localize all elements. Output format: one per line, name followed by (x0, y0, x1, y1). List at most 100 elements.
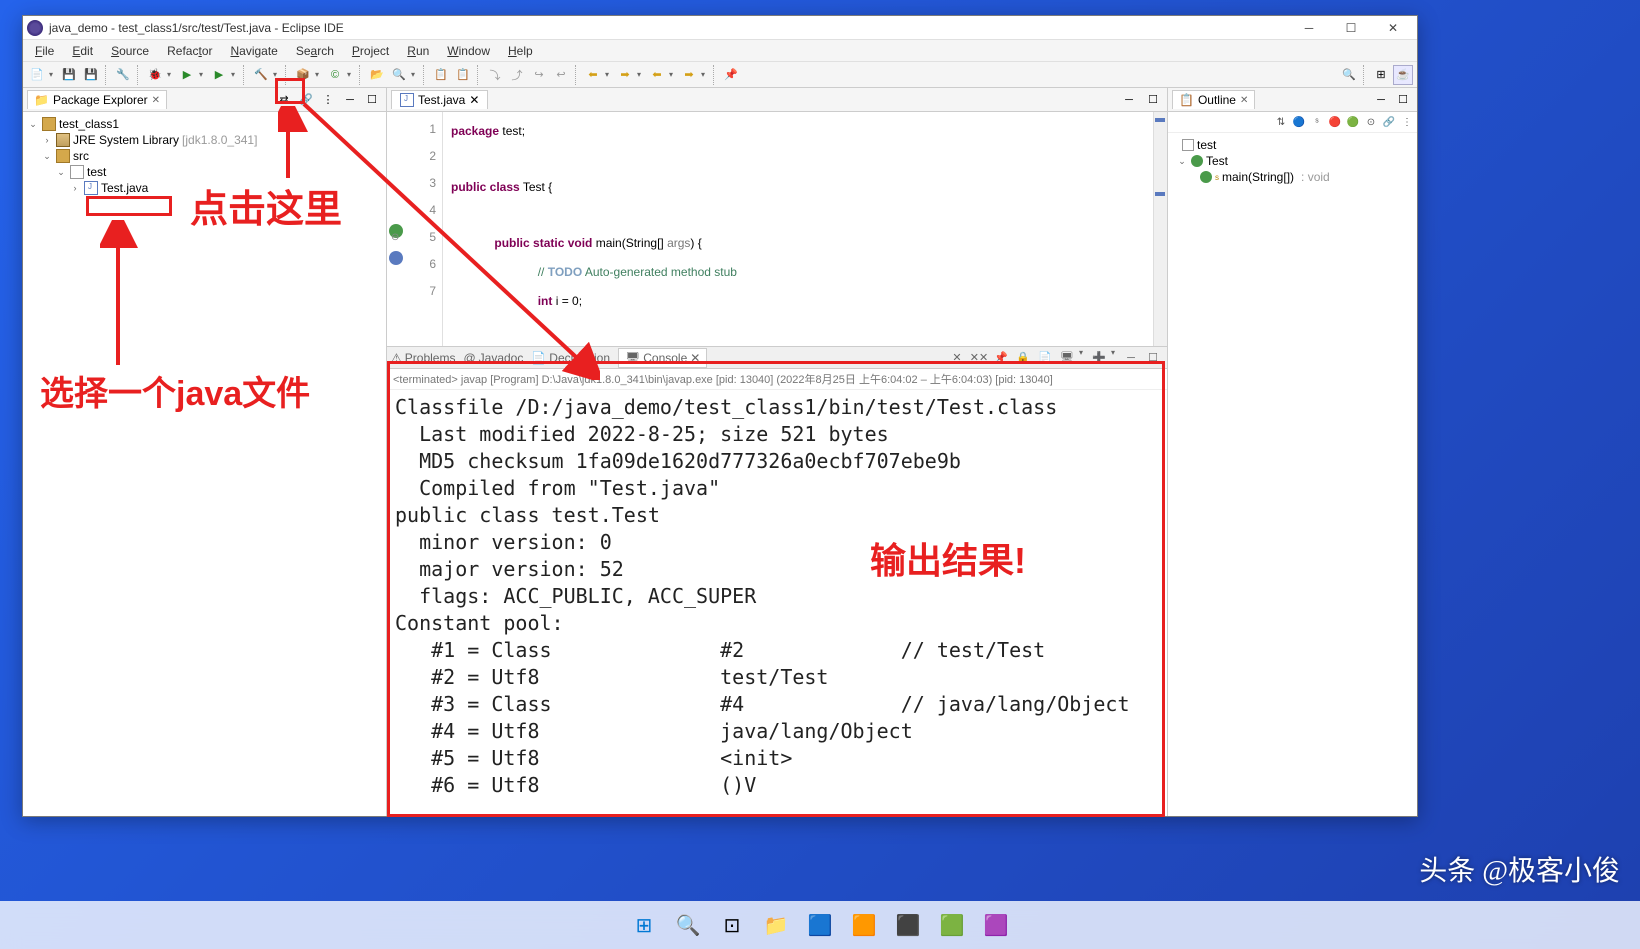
app-icon[interactable]: 🟩 (933, 906, 971, 944)
taskview-icon[interactable]: ⊡ (713, 906, 751, 944)
workspace: 📁 Package Explorer ✕ ⇄ 🔗 ⋮ ─ ☐ ⌄test_cla… (23, 88, 1417, 816)
saveall-icon[interactable]: 💾 (81, 65, 101, 85)
explorer-icon[interactable]: 📁 (757, 906, 795, 944)
console-pin-icon[interactable]: 📌 (991, 348, 1011, 368)
filter-fields-icon[interactable]: 🔵 (1291, 114, 1307, 130)
open-type-icon[interactable]: 📂 (367, 65, 387, 85)
tool-icon[interactable]: 🔧 (113, 65, 133, 85)
focus-icon[interactable]: ⊙ (1363, 114, 1379, 130)
java-file-icon (84, 181, 98, 195)
menu-run[interactable]: Run (399, 42, 437, 60)
overview-marker (1155, 118, 1165, 122)
minimize-console-icon[interactable]: ─ (1121, 348, 1141, 368)
outline-class[interactable]: ⌄Test (1172, 153, 1413, 169)
outline-toolbar: ⇅ 🔵 ˢ 🔴 🟢 ⊙ 🔗 ⋮ (1168, 112, 1417, 133)
close-button[interactable]: ✕ (1373, 17, 1413, 39)
menu-icon[interactable]: ⋮ (1399, 114, 1415, 130)
outline-header: 📋 Outline ✕ ─ ☐ (1168, 88, 1417, 112)
outline-icon: 📋 (1179, 93, 1194, 107)
outline-package[interactable]: test (1172, 137, 1413, 153)
menu-help[interactable]: Help (500, 42, 541, 60)
toggle-icon[interactable]: 📋 (431, 65, 451, 85)
pin-icon[interactable]: 📌 (721, 65, 741, 85)
menu-window[interactable]: Window (439, 42, 498, 60)
tab-console[interactable]: 🖥 Console ✕ (618, 348, 707, 368)
forward-icon[interactable]: ➡ (615, 65, 635, 85)
close-icon[interactable]: ✕ (152, 95, 160, 106)
package-explorer-title: Package Explorer (53, 93, 148, 107)
menu-project[interactable]: Project (344, 42, 397, 60)
maximize-console-icon[interactable]: ☐ (1143, 348, 1163, 368)
search-icon[interactable]: 🔍 (389, 65, 409, 85)
minimize-button[interactable]: ─ (1289, 17, 1329, 39)
taskbar[interactable]: ⊞ 🔍 ⊡ 📁 🟦 🟧 ⬛ 🟩 🟪 (0, 901, 1640, 949)
new-class-icon[interactable]: © (325, 65, 345, 85)
app-icon[interactable]: 🟦 (801, 906, 839, 944)
package-explorer-icon: 📁 (34, 93, 49, 107)
console-lock-icon[interactable]: 🔒 (1013, 348, 1033, 368)
app-icon[interactable]: 🟪 (977, 906, 1015, 944)
filter-static-icon[interactable]: ˢ (1309, 114, 1325, 130)
console-remove-icon[interactable]: ✕✕ (969, 348, 989, 368)
console-output[interactable]: Classfile /D:/java_demo/test_class1/bin/… (387, 390, 1167, 816)
debug-icon[interactable]: 🐞 (145, 65, 165, 85)
java-perspective-icon[interactable]: ☕ (1393, 65, 1413, 85)
filter-nonpublic-icon[interactable]: 🔴 (1327, 114, 1343, 130)
maximize-outline-icon[interactable]: ☐ (1393, 90, 1413, 110)
link-icon[interactable]: 🔗 (1381, 114, 1397, 130)
console-open-icon[interactable]: 📄 (1035, 348, 1055, 368)
toolbar: 📄▾ 💾 💾 🔧 🐞▾ ▶▾ ▶▾ 🔨▾ 📦▾ ©▾ 📂 🔍▾ 📋 📋 ⤵ ⤴ … (23, 62, 1417, 88)
bottom-pane: ⚠ Problems @ Javadoc 📄 Declaration 🖥 Con… (387, 346, 1167, 816)
project-icon (42, 117, 56, 131)
minimize-editor-icon[interactable]: ─ (1119, 90, 1139, 110)
titlebar[interactable]: java_demo - test_class1/src/test/Test.ja… (23, 16, 1417, 40)
new-package-icon[interactable]: 📦 (293, 65, 313, 85)
skip-icon[interactable]: ⤵ (485, 65, 505, 85)
window-title: java_demo - test_class1/src/test/Test.ja… (49, 21, 1289, 35)
maximize-button[interactable]: ☐ (1331, 17, 1371, 39)
maximize-editor-icon[interactable]: ☐ (1143, 90, 1163, 110)
step2-icon[interactable]: ↪ (529, 65, 549, 85)
menu-file[interactable]: File (27, 42, 62, 60)
menu-search[interactable]: Search (288, 42, 342, 60)
arrow-icon (100, 220, 140, 370)
library-icon (56, 133, 70, 147)
quick-access-icon[interactable]: 🔍 (1339, 65, 1359, 85)
menu-source[interactable]: Source (103, 42, 157, 60)
menubar: File Edit Source Refactor Navigate Searc… (23, 40, 1417, 62)
console-display-icon[interactable]: 🖥 (1057, 348, 1077, 368)
start-icon[interactable]: ⊞ (625, 906, 663, 944)
back-icon[interactable]: ⬅ (583, 65, 603, 85)
down-icon[interactable]: ➡ (679, 65, 699, 85)
app-icon[interactable]: 🟧 (845, 906, 883, 944)
coverage-icon[interactable]: ▶ (209, 65, 229, 85)
sort-icon[interactable]: ⇅ (1273, 114, 1289, 130)
app-icon[interactable]: ⬛ (889, 906, 927, 944)
external-tool-icon[interactable]: 🔨 (251, 65, 271, 85)
save-icon[interactable]: 💾 (59, 65, 79, 85)
package-explorer-tab[interactable]: 📁 Package Explorer ✕ (27, 90, 167, 109)
close-icon[interactable]: ✕ (1240, 95, 1248, 106)
console-new-icon[interactable]: ➕ (1089, 348, 1109, 368)
outline-tree[interactable]: test ⌄Test s main(String[]): void (1168, 133, 1417, 189)
perspective-icon[interactable]: ⊞ (1371, 65, 1391, 85)
search-icon[interactable]: 🔍 (669, 906, 707, 944)
filter-local-icon[interactable]: 🟢 (1345, 114, 1361, 130)
new-icon[interactable]: 📄 (27, 65, 47, 85)
console-clear-icon[interactable]: ✕ (947, 348, 967, 368)
eclipse-icon (27, 20, 43, 36)
run-icon[interactable]: ▶ (177, 65, 197, 85)
outline-method[interactable]: s main(String[]): void (1172, 169, 1413, 185)
editor-scrollbar[interactable] (1153, 112, 1167, 346)
step-icon[interactable]: ⤴ (507, 65, 527, 85)
step3-icon[interactable]: ↩ (551, 65, 571, 85)
minimize-outline-icon[interactable]: ─ (1371, 90, 1391, 110)
outline-tab[interactable]: 📋 Outline ✕ (1172, 90, 1255, 109)
menu-edit[interactable]: Edit (64, 42, 101, 60)
up-icon[interactable]: ⬅ (647, 65, 667, 85)
menu-navigate[interactable]: Navigate (222, 42, 285, 60)
package-icon (1182, 139, 1194, 151)
menu-refactor[interactable]: Refactor (159, 42, 220, 60)
toggle2-icon[interactable]: 📋 (453, 65, 473, 85)
outline-pane: 📋 Outline ✕ ─ ☐ ⇅ 🔵 ˢ 🔴 🟢 ⊙ 🔗 ⋮ (1167, 88, 1417, 816)
